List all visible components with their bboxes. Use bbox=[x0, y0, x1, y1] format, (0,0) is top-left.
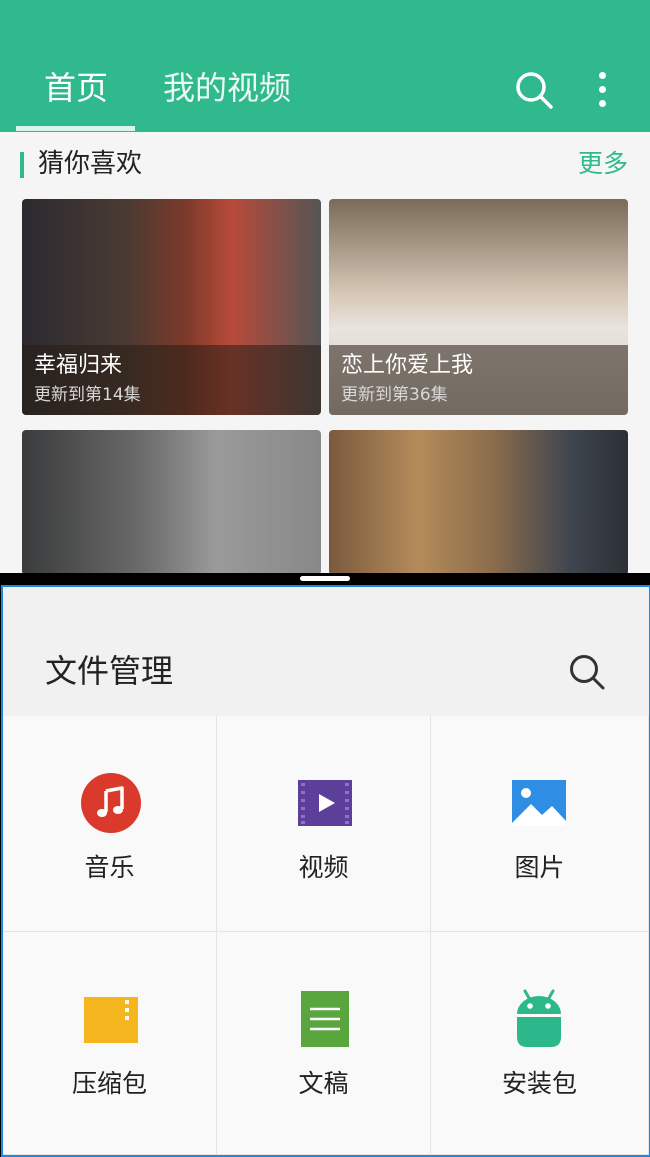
tab-my-videos[interactable]: 我的视频 bbox=[163, 64, 291, 112]
image-icon bbox=[512, 780, 566, 826]
category-images[interactable]: 图片 bbox=[431, 716, 649, 932]
music-icon bbox=[81, 773, 141, 833]
video-app-toolbar: 首页 我的视频 bbox=[0, 0, 650, 132]
card-subtitle: 更新到第14集 bbox=[34, 385, 141, 405]
video-card[interactable]: 幸福归来 更新到第14集 bbox=[22, 199, 321, 415]
category-archives[interactable]: 压缩包 bbox=[3, 932, 217, 1155]
video-card[interactable] bbox=[22, 430, 321, 573]
search-icon[interactable] bbox=[568, 653, 606, 691]
category-video[interactable]: 视频 bbox=[217, 716, 431, 932]
android-icon bbox=[517, 989, 561, 1047]
page-title: 文件管理 bbox=[45, 652, 174, 690]
document-icon bbox=[301, 991, 349, 1047]
file-manager-header: 文件管理 bbox=[3, 587, 649, 717]
category-label: 视频 bbox=[298, 853, 349, 882]
video-card[interactable]: 恋上你爱上我 更新到第36集 bbox=[329, 199, 628, 415]
divider-drag-handle[interactable] bbox=[300, 576, 350, 581]
category-label: 文稿 bbox=[298, 1069, 349, 1098]
video-app: 首页 我的视频 猜你喜欢 更多 幸福归来 更新到第14集 恋上你爱上我 更新到第… bbox=[0, 0, 650, 573]
category-documents[interactable]: 文稿 bbox=[217, 932, 431, 1155]
more-vertical-icon[interactable] bbox=[590, 70, 616, 110]
category-music[interactable]: 音乐 bbox=[3, 716, 217, 932]
video-icon bbox=[298, 780, 352, 826]
category-label: 图片 bbox=[514, 853, 565, 882]
search-icon[interactable] bbox=[514, 70, 554, 110]
category-packages[interactable]: 安装包 bbox=[431, 932, 649, 1155]
category-label: 音乐 bbox=[84, 853, 135, 882]
section-title: 猜你喜欢 bbox=[38, 149, 143, 179]
tab-indicator bbox=[16, 126, 135, 131]
tab-home[interactable]: 首页 bbox=[44, 64, 108, 112]
category-label: 安装包 bbox=[501, 1069, 577, 1098]
archive-icon bbox=[84, 997, 138, 1043]
card-title: 恋上你爱上我 bbox=[341, 353, 474, 378]
card-subtitle: 更新到第36集 bbox=[341, 385, 448, 405]
video-card[interactable] bbox=[329, 430, 628, 573]
section-accent-bar bbox=[20, 152, 24, 178]
category-label: 压缩包 bbox=[71, 1069, 147, 1098]
file-manager-app: 文件管理 音乐 视频 图片 压缩包 文稿 安装包 bbox=[1, 585, 650, 1157]
card-title: 幸福归来 bbox=[34, 353, 123, 378]
more-link[interactable]: 更多 bbox=[578, 145, 628, 183]
